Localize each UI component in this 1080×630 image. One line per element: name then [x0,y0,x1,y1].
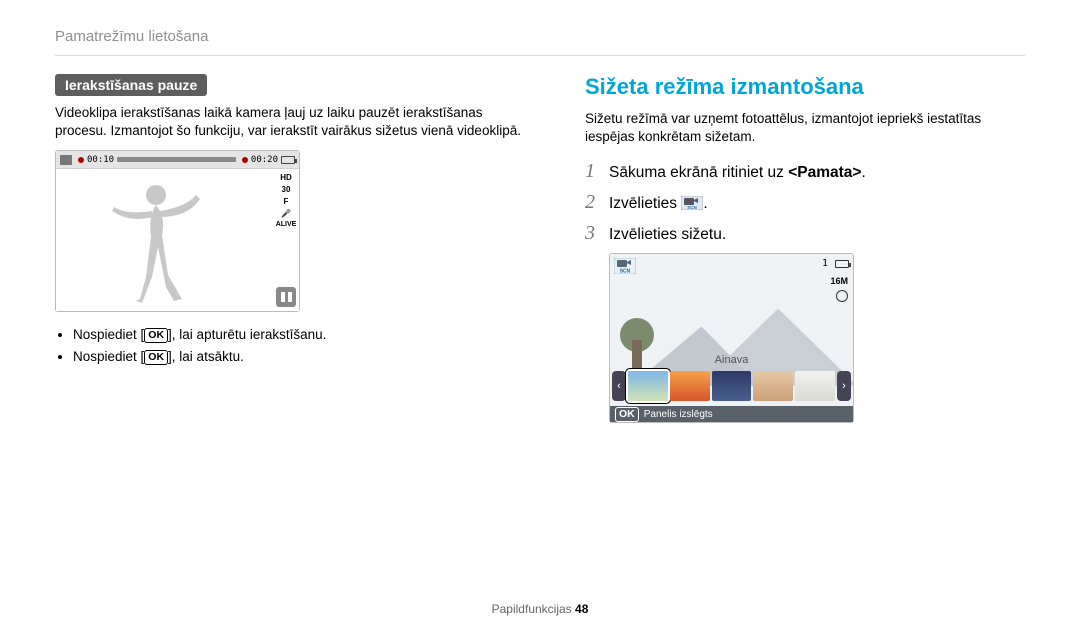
camera-screen-scene: SCN 1 16M Ainava ‹ [609,253,854,423]
step-text: . [703,195,707,212]
bullet-text: ], lai atsāktu. [168,349,244,364]
scroll-left-button[interactable]: ‹ [612,371,626,401]
step-number: 3 [585,222,599,245]
footer-section: Papildfunkcijas [492,602,575,616]
total-time: 00:20 [251,155,278,165]
panel-off-label: Panelis izslēgts [644,409,713,420]
recording-top-bar: 00:10 00:20 [56,151,299,169]
scene-thumb-snow[interactable] [795,371,835,401]
step-bold: <Pamata> [788,164,861,181]
scn-mode-icon: SCN [614,258,636,274]
ok-key-icon: OK [144,350,168,365]
record-dot-icon [242,157,248,163]
elapsed-time: 00:10 [87,155,114,165]
progress-bar [117,157,236,162]
page-footer: Papildfunkcijas 48 [0,602,1080,616]
fps-indicator: 30 [282,185,291,194]
scene-thumb-portrait[interactable] [753,371,793,401]
resolution-indicator: 16M [830,276,848,286]
alive-indicator: ALIVE [276,221,297,228]
scene-name-label: Ainava [610,354,853,366]
camera-screen-recording: 00:10 00:20 [55,150,300,312]
pause-button[interactable] [276,287,296,307]
f-indicator: F [284,197,289,206]
bullet-text: Nospiediet [ [73,327,144,342]
scene-thumb-landscape[interactable] [628,371,668,401]
image-icon [60,155,72,165]
scene-thumb-sunset[interactable] [670,371,710,401]
bullet-text: ], lai apturētu ierakstīšanu. [168,327,326,342]
badge-recording-pause: Ierakstīšanas pauze [55,74,207,96]
divider [55,55,1025,56]
step-text: . [861,164,865,181]
recording-right-indicators: HD 30 F 🎤 ALIVE [273,169,299,311]
battery-icon [281,156,295,164]
right-column: Sižeta režīma izmantošana Sižetu režīmā … [585,74,1025,423]
step-2: 2 Izvēlieties SCN. [585,191,1025,214]
mic-icon: 🎤 [281,209,291,218]
step-number: 1 [585,160,599,183]
breadcrumb: Pamatrežīmu lietošana [55,28,1025,45]
bullet-text: Nospiediet [ [73,349,144,364]
bottom-ok-bar: OK Panelis izslēgts [610,406,853,422]
step-text: Izvēlieties sižetu. [609,226,726,244]
step-1: 1 Sākuma ekrānā ritiniet uz <Pamata>. [585,160,1025,183]
hd-indicator: HD [280,173,292,182]
step-text: Izvēlieties [609,195,681,212]
heading-scene-mode: Sižeta režīma izmantošana [585,74,1025,100]
battery-icon [835,260,849,268]
shot-count: 1 [822,258,828,269]
scroll-right-button[interactable]: › [837,371,851,401]
record-dot-icon [78,157,84,163]
skater-silhouette [56,169,273,311]
right-paragraph: Sižetu režīmā var uzņemt fotoattēlus, iz… [585,110,1025,146]
top-right-status: 1 [822,258,849,269]
step-text: Sākuma ekrānā ritiniet uz [609,164,788,181]
bullet-pause: Nospiediet [OK], lai apturētu ierakstīša… [73,324,535,346]
page-number: 48 [575,602,588,616]
ok-key-icon: OK [144,328,168,343]
step-3: 3 Izvēlieties sižetu. [585,222,1025,245]
left-paragraph: Videoklipa ierakstīšanas laikā kamera ļa… [55,104,535,140]
svg-text:SCN: SCN [688,205,698,210]
scene-thumbnail-row: ‹ › [610,368,853,404]
ok-key-icon: OK [615,407,639,422]
left-column: Ierakstīšanas pauze Videoklipa ierakstīš… [55,74,535,423]
step-number: 2 [585,191,599,214]
bullet-resume: Nospiediet [OK], lai atsāktu. [73,346,535,368]
scene-thumb-dawn[interactable] [712,371,752,401]
svg-text:SCN: SCN [620,269,631,275]
scn-mode-icon: SCN [681,196,703,210]
